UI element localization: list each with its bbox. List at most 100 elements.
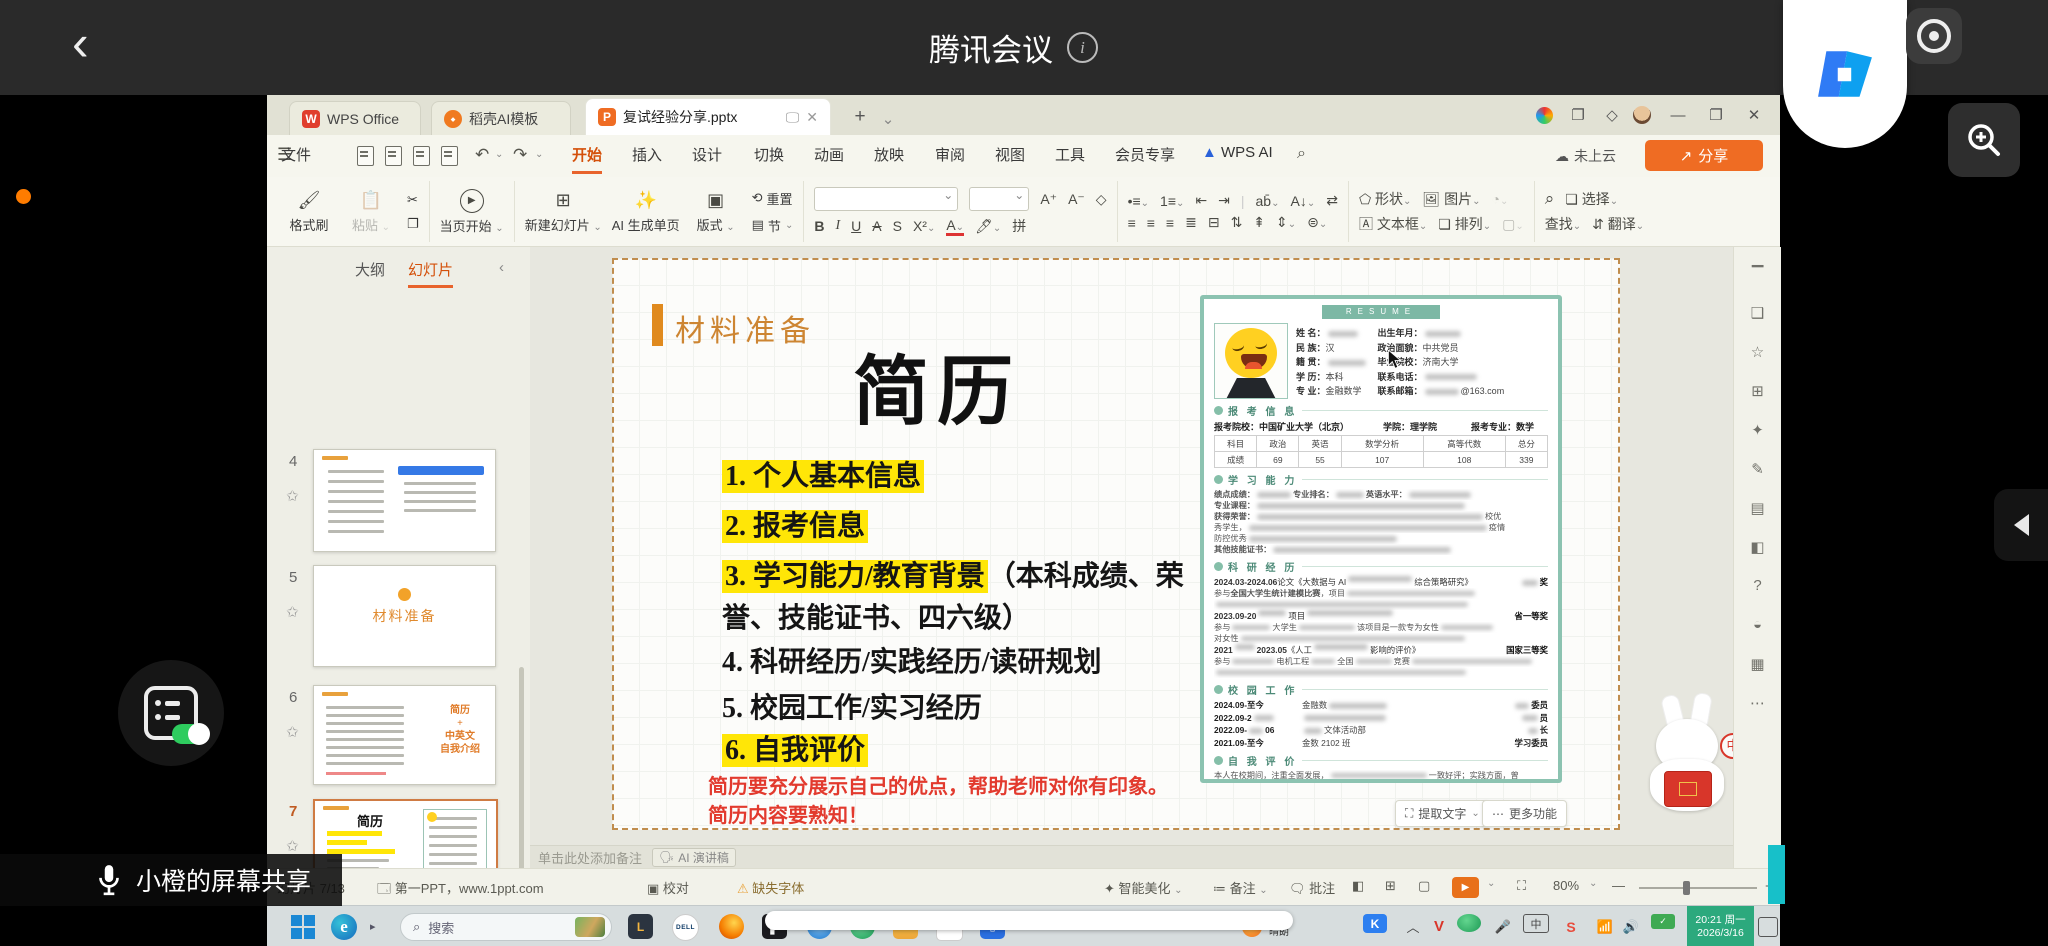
- zoom-in-button[interactable]: [1948, 103, 2020, 177]
- new-slide-button[interactable]: ⊞ 新建幻灯片 ⌄: [525, 190, 602, 234]
- select-button[interactable]: ❏ 选择⌄: [1565, 189, 1618, 209]
- char-spacing-icon[interactable]: ab̄⌄: [1256, 193, 1280, 209]
- scroll-up-icon[interactable]: ▔: [1734, 265, 1781, 283]
- reset-button[interactable]: ⟲ 重置: [752, 189, 794, 208]
- slide-thumbnail-5[interactable]: 材料准备: [313, 565, 496, 667]
- wifi-tray-icon[interactable]: 📶: [1593, 914, 1617, 939]
- office-app-icon[interactable]: L: [628, 914, 653, 939]
- section-button[interactable]: ▤ 节 ⌄: [752, 216, 794, 235]
- menu-动画[interactable]: 动画: [814, 144, 844, 165]
- animation-icon[interactable]: ✦: [1734, 421, 1781, 439]
- justify-icon[interactable]: ≣: [1185, 214, 1197, 231]
- smart-beautify-button[interactable]: ✦ 智能美化 ⌄: [1104, 878, 1183, 897]
- format-painter-button[interactable]: 🖌 格式刷: [283, 190, 335, 234]
- annotation-handle[interactable]: [1768, 845, 1785, 904]
- underline-button[interactable]: U: [851, 218, 861, 234]
- reading-view-icon[interactable]: ▢: [1418, 878, 1430, 894]
- strike-button[interactable]: A: [872, 218, 881, 234]
- shapes-button[interactable]: ⬠ 形状⌄: [1359, 189, 1411, 209]
- close-tab-icon[interactable]: ✕: [806, 109, 818, 126]
- theme-color-icon[interactable]: [1531, 103, 1557, 127]
- comment-icon[interactable]: ◒: [1734, 616, 1781, 633]
- back-button[interactable]: ‹: [72, 14, 89, 72]
- export-icon[interactable]: [385, 146, 402, 166]
- favorite-star-icon[interactable]: ✩: [286, 487, 299, 505]
- wps-v-tray-icon[interactable]: V: [1427, 914, 1451, 939]
- sort-icon[interactable]: A↓⌄: [1290, 193, 1315, 209]
- template-source[interactable]: 🗔 第一PPT，www.1ppt.com: [377, 878, 544, 902]
- numbering-icon[interactable]: 1≡⌄: [1160, 193, 1184, 209]
- assistant-bubble[interactable]: [1783, 0, 1907, 148]
- collapse-panel-tab[interactable]: [1994, 489, 2048, 561]
- arrange-button[interactable]: ❏ 排列⌄: [1438, 214, 1491, 234]
- edit-icon[interactable]: ✎: [1734, 460, 1781, 478]
- k-docs-tray-icon[interactable]: K: [1363, 914, 1387, 933]
- volume-tray-icon[interactable]: 🔊: [1619, 914, 1643, 939]
- height-icon[interactable]: ⇕⌄: [1276, 214, 1296, 231]
- tab-presentation-file[interactable]: P 复试经验分享.pptx 🖵 ✕: [585, 98, 831, 135]
- menu-视图[interactable]: 视图: [995, 144, 1025, 165]
- print-icon[interactable]: [413, 146, 430, 166]
- more-icon[interactable]: ⋯: [1734, 694, 1781, 712]
- distribute-icon[interactable]: ⊟: [1208, 214, 1220, 231]
- dell-app-icon[interactable]: DELL: [672, 914, 699, 941]
- cube-icon[interactable]: ◇: [1599, 103, 1625, 127]
- highlight-button[interactable]: 🖊⌄: [975, 218, 1001, 235]
- maximize-button[interactable]: ❐: [1703, 103, 1729, 127]
- help-icon[interactable]: ?: [1734, 577, 1781, 594]
- menu-切换[interactable]: 切换: [754, 144, 784, 165]
- layout-icon[interactable]: ⊞: [1734, 382, 1781, 400]
- ime-tray-icon[interactable]: 中: [1523, 914, 1549, 933]
- ai-single-page-button[interactable]: ✨ AI 生成单页: [612, 190, 680, 234]
- copy-icon[interactable]: ❐: [407, 216, 419, 232]
- taskbar-search[interactable]: ⌕ 搜索: [400, 913, 612, 941]
- share-button[interactable]: ↗ 分享: [1645, 140, 1763, 171]
- present-tab-icon[interactable]: 🖵: [786, 109, 800, 126]
- menu-插入[interactable]: 插入: [632, 144, 662, 165]
- zoom-dropdown-icon[interactable]: ⌄: [1589, 878, 1597, 889]
- pinyin-button[interactable]: 拼: [1012, 216, 1026, 236]
- start-button[interactable]: [290, 914, 316, 939]
- slide-editor[interactable]: 材料准备 简历 1. 个人基本信息 2. 报考信息 3. 学习能力/教育背景 （本科成…: [612, 258, 1620, 830]
- pages-icon[interactable]: ❐: [1565, 103, 1591, 127]
- zoom-level[interactable]: 80%: [1553, 878, 1579, 893]
- favorite-star-icon[interactable]: ✩: [286, 723, 299, 741]
- slide-thumbnail-6[interactable]: 简历 + 中英文 自我介绍: [313, 685, 496, 785]
- mic-tray-icon[interactable]: 🎤: [1491, 914, 1515, 939]
- slide-thumbnail-4[interactable]: [313, 449, 496, 552]
- sorter-view-icon[interactable]: ⊞: [1385, 878, 1396, 894]
- undo-dropdown-icon[interactable]: ⌄: [495, 149, 503, 160]
- shadow-button[interactable]: S: [893, 218, 902, 234]
- paste-button[interactable]: 📋 粘贴 ⌄: [345, 190, 397, 234]
- layout-button[interactable]: ▣ 版式 ⌄: [690, 190, 742, 234]
- extract-text-button[interactable]: ⛶ 提取文字 ⌄: [1395, 800, 1490, 827]
- collapse-panel-icon[interactable]: ‹: [499, 259, 504, 276]
- align-center-icon[interactable]: ≡: [1147, 215, 1155, 231]
- ai-speech-badge[interactable]: 🗣 AI 演讲稿: [652, 847, 736, 867]
- font-family-select[interactable]: [814, 187, 959, 211]
- cloud-status[interactable]: ☁ 未上云: [1555, 146, 1616, 166]
- tab-list-dropdown-icon[interactable]: ⌄: [875, 107, 901, 131]
- new-tab-button[interactable]: +: [847, 105, 873, 129]
- outline-icon[interactable]: ▤: [1734, 499, 1781, 517]
- outdent-icon[interactable]: ⇤: [1195, 192, 1207, 209]
- proofread-button[interactable]: ▣ 校对: [647, 878, 689, 897]
- zoom-slider-knob[interactable]: [1683, 881, 1690, 895]
- media-button[interactable]: ▢⌄: [1502, 216, 1524, 233]
- menu-文件[interactable]: 文件: [281, 144, 311, 165]
- green-tray-icon[interactable]: [1457, 914, 1481, 932]
- menu-more-icon[interactable]: ⌄: [535, 149, 543, 160]
- info-icon[interactable]: i: [1067, 32, 1098, 63]
- menu-设计[interactable]: 设计: [692, 144, 722, 165]
- picture-button[interactable]: 🖼 图片⌄: [1422, 189, 1480, 209]
- cut-icon[interactable]: ✂: [407, 192, 419, 208]
- menu-会员专享[interactable]: 会员专享: [1115, 144, 1175, 165]
- decrease-font-icon[interactable]: A⁻: [1068, 191, 1085, 208]
- menu-审阅[interactable]: 审阅: [935, 144, 965, 165]
- tray-expand-icon[interactable]: ︿: [1401, 914, 1425, 939]
- missing-font-warning[interactable]: ⚠ 缺失字体: [737, 878, 804, 897]
- play-from-current-button[interactable]: ▶ 当页开始 ⌄: [440, 188, 504, 235]
- font-size-select[interactable]: [969, 187, 1030, 211]
- text-fit-icon[interactable]: ⊜⌄: [1307, 214, 1327, 231]
- increase-font-icon[interactable]: A⁺: [1040, 191, 1057, 208]
